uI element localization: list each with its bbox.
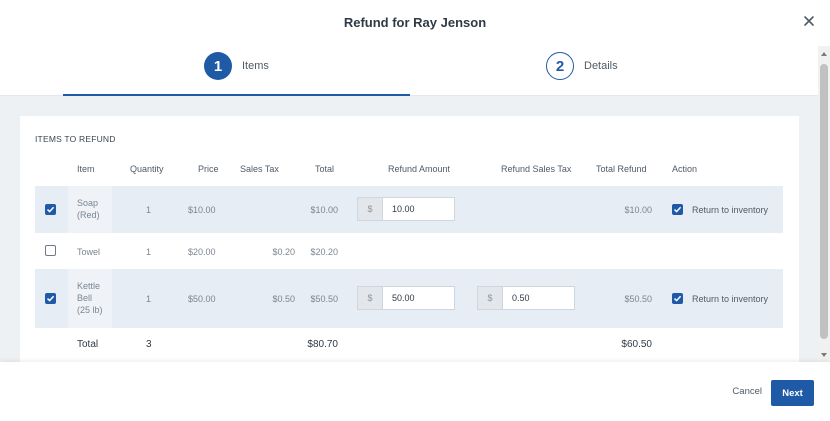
row-checkbox[interactable]: [45, 245, 56, 256]
table-row: Kettle Bell (25 lb) 1 $50.00 $0.50 $50.5…: [35, 269, 783, 328]
dialog-title: Refund for Ray Jenson: [343, 15, 487, 30]
quantity: 1: [146, 247, 152, 257]
item-name-line: (Red): [77, 210, 100, 220]
item-name-line: (25 lb): [77, 305, 103, 315]
currency-prefix: $: [358, 198, 383, 220]
col-header-price: Price: [198, 164, 219, 174]
scroll-down-icon[interactable]: [821, 353, 827, 357]
return-to-inventory-label: Return to inventory: [692, 294, 769, 304]
next-button[interactable]: Next: [771, 380, 814, 406]
step-label: Items: [242, 60, 269, 72]
item-name-line: Soap: [77, 198, 99, 208]
refund-amount-value[interactable]: 10.00: [383, 198, 415, 220]
totals-quantity: 3: [146, 339, 152, 350]
totals-row: Total 3 $80.70 $60.50: [35, 328, 783, 362]
item-name-line: Kettle: [77, 281, 101, 291]
refund-sales-tax-field[interactable]: $ 0.50: [477, 286, 575, 310]
refund-amount-value[interactable]: 50.00: [383, 287, 415, 309]
step-items[interactable]: 1 Items: [204, 52, 269, 80]
totals-label: Total: [77, 339, 99, 350]
scrollbar-thumb[interactable]: [820, 64, 828, 339]
price: $10.00: [188, 205, 216, 215]
items-card: ITEMS TO REFUND Item Quantity Price Sale…: [20, 116, 799, 362]
cancel-button[interactable]: Cancel: [732, 386, 762, 397]
step-label: Details: [584, 60, 618, 72]
row-total: $20.20: [310, 247, 338, 257]
return-to-inventory-checkbox[interactable]: [672, 293, 683, 304]
quantity: 1: [146, 205, 152, 215]
col-header-sales-tax: Sales Tax: [240, 164, 279, 174]
table-row: Towel 1 $20.00 $0.20 $20.20: [35, 233, 783, 269]
scroll-up-icon[interactable]: [821, 52, 827, 56]
section-title: ITEMS TO REFUND: [35, 134, 116, 144]
dialog-footer: Cancel Next: [0, 362, 830, 421]
row-checkbox[interactable]: [45, 204, 56, 215]
return-to-inventory-checkbox[interactable]: [672, 204, 683, 215]
refund-amount-field[interactable]: $ 50.00: [357, 286, 455, 310]
col-header-item: Item: [77, 164, 95, 174]
step-number: 2: [546, 52, 574, 80]
dialog-header: Refund for Ray Jenson: [0, 0, 830, 46]
return-to-inventory-label: Return to inventory: [692, 205, 769, 215]
item-name: Soap (Red): [77, 197, 100, 221]
col-header-total: Total: [315, 164, 335, 174]
price: $20.00: [188, 247, 216, 257]
col-header-action: Action: [672, 164, 698, 174]
item-name: Towel: [77, 247, 101, 257]
close-icon[interactable]: [802, 14, 816, 28]
total-refund: $10.00: [624, 205, 652, 215]
row-total: $50.50: [310, 294, 338, 304]
totals-total: $80.70: [307, 339, 338, 350]
sales-tax: $0.20: [272, 247, 295, 257]
quantity: 1: [146, 294, 152, 304]
row-checkbox[interactable]: [45, 293, 56, 304]
step-number: 1: [204, 52, 232, 80]
item-name: Kettle Bell (25 lb): [77, 280, 103, 316]
sales-tax: $0.50: [272, 294, 295, 304]
refund-amount-field[interactable]: $ 10.00: [357, 197, 455, 221]
total-refund: $50.50: [624, 294, 652, 304]
price: $50.00: [188, 294, 216, 304]
col-header-quantity: Quantity: [130, 164, 164, 174]
stepper: 1 Items 2 Details: [0, 46, 818, 96]
row-total: $10.00: [310, 205, 338, 215]
table-row: Soap (Red) 1 $10.00 $10.00 $ 10.00 $10.0…: [35, 186, 783, 233]
col-header-refund-amount: Refund Amount: [388, 164, 451, 174]
step-details[interactable]: 2 Details: [546, 52, 618, 80]
item-name-line: Bell: [77, 293, 93, 303]
currency-prefix: $: [358, 287, 383, 309]
refund-sales-tax-value[interactable]: 0.50: [503, 287, 530, 309]
dialog-content: ITEMS TO REFUND Item Quantity Price Sale…: [0, 96, 818, 362]
totals-total-refund: $60.50: [621, 339, 652, 350]
col-header-refund-sales-tax: Refund Sales Tax: [501, 164, 572, 174]
content-scrollbar[interactable]: [818, 46, 830, 362]
col-header-total-refund: Total Refund: [596, 164, 647, 174]
currency-prefix: $: [478, 287, 503, 309]
